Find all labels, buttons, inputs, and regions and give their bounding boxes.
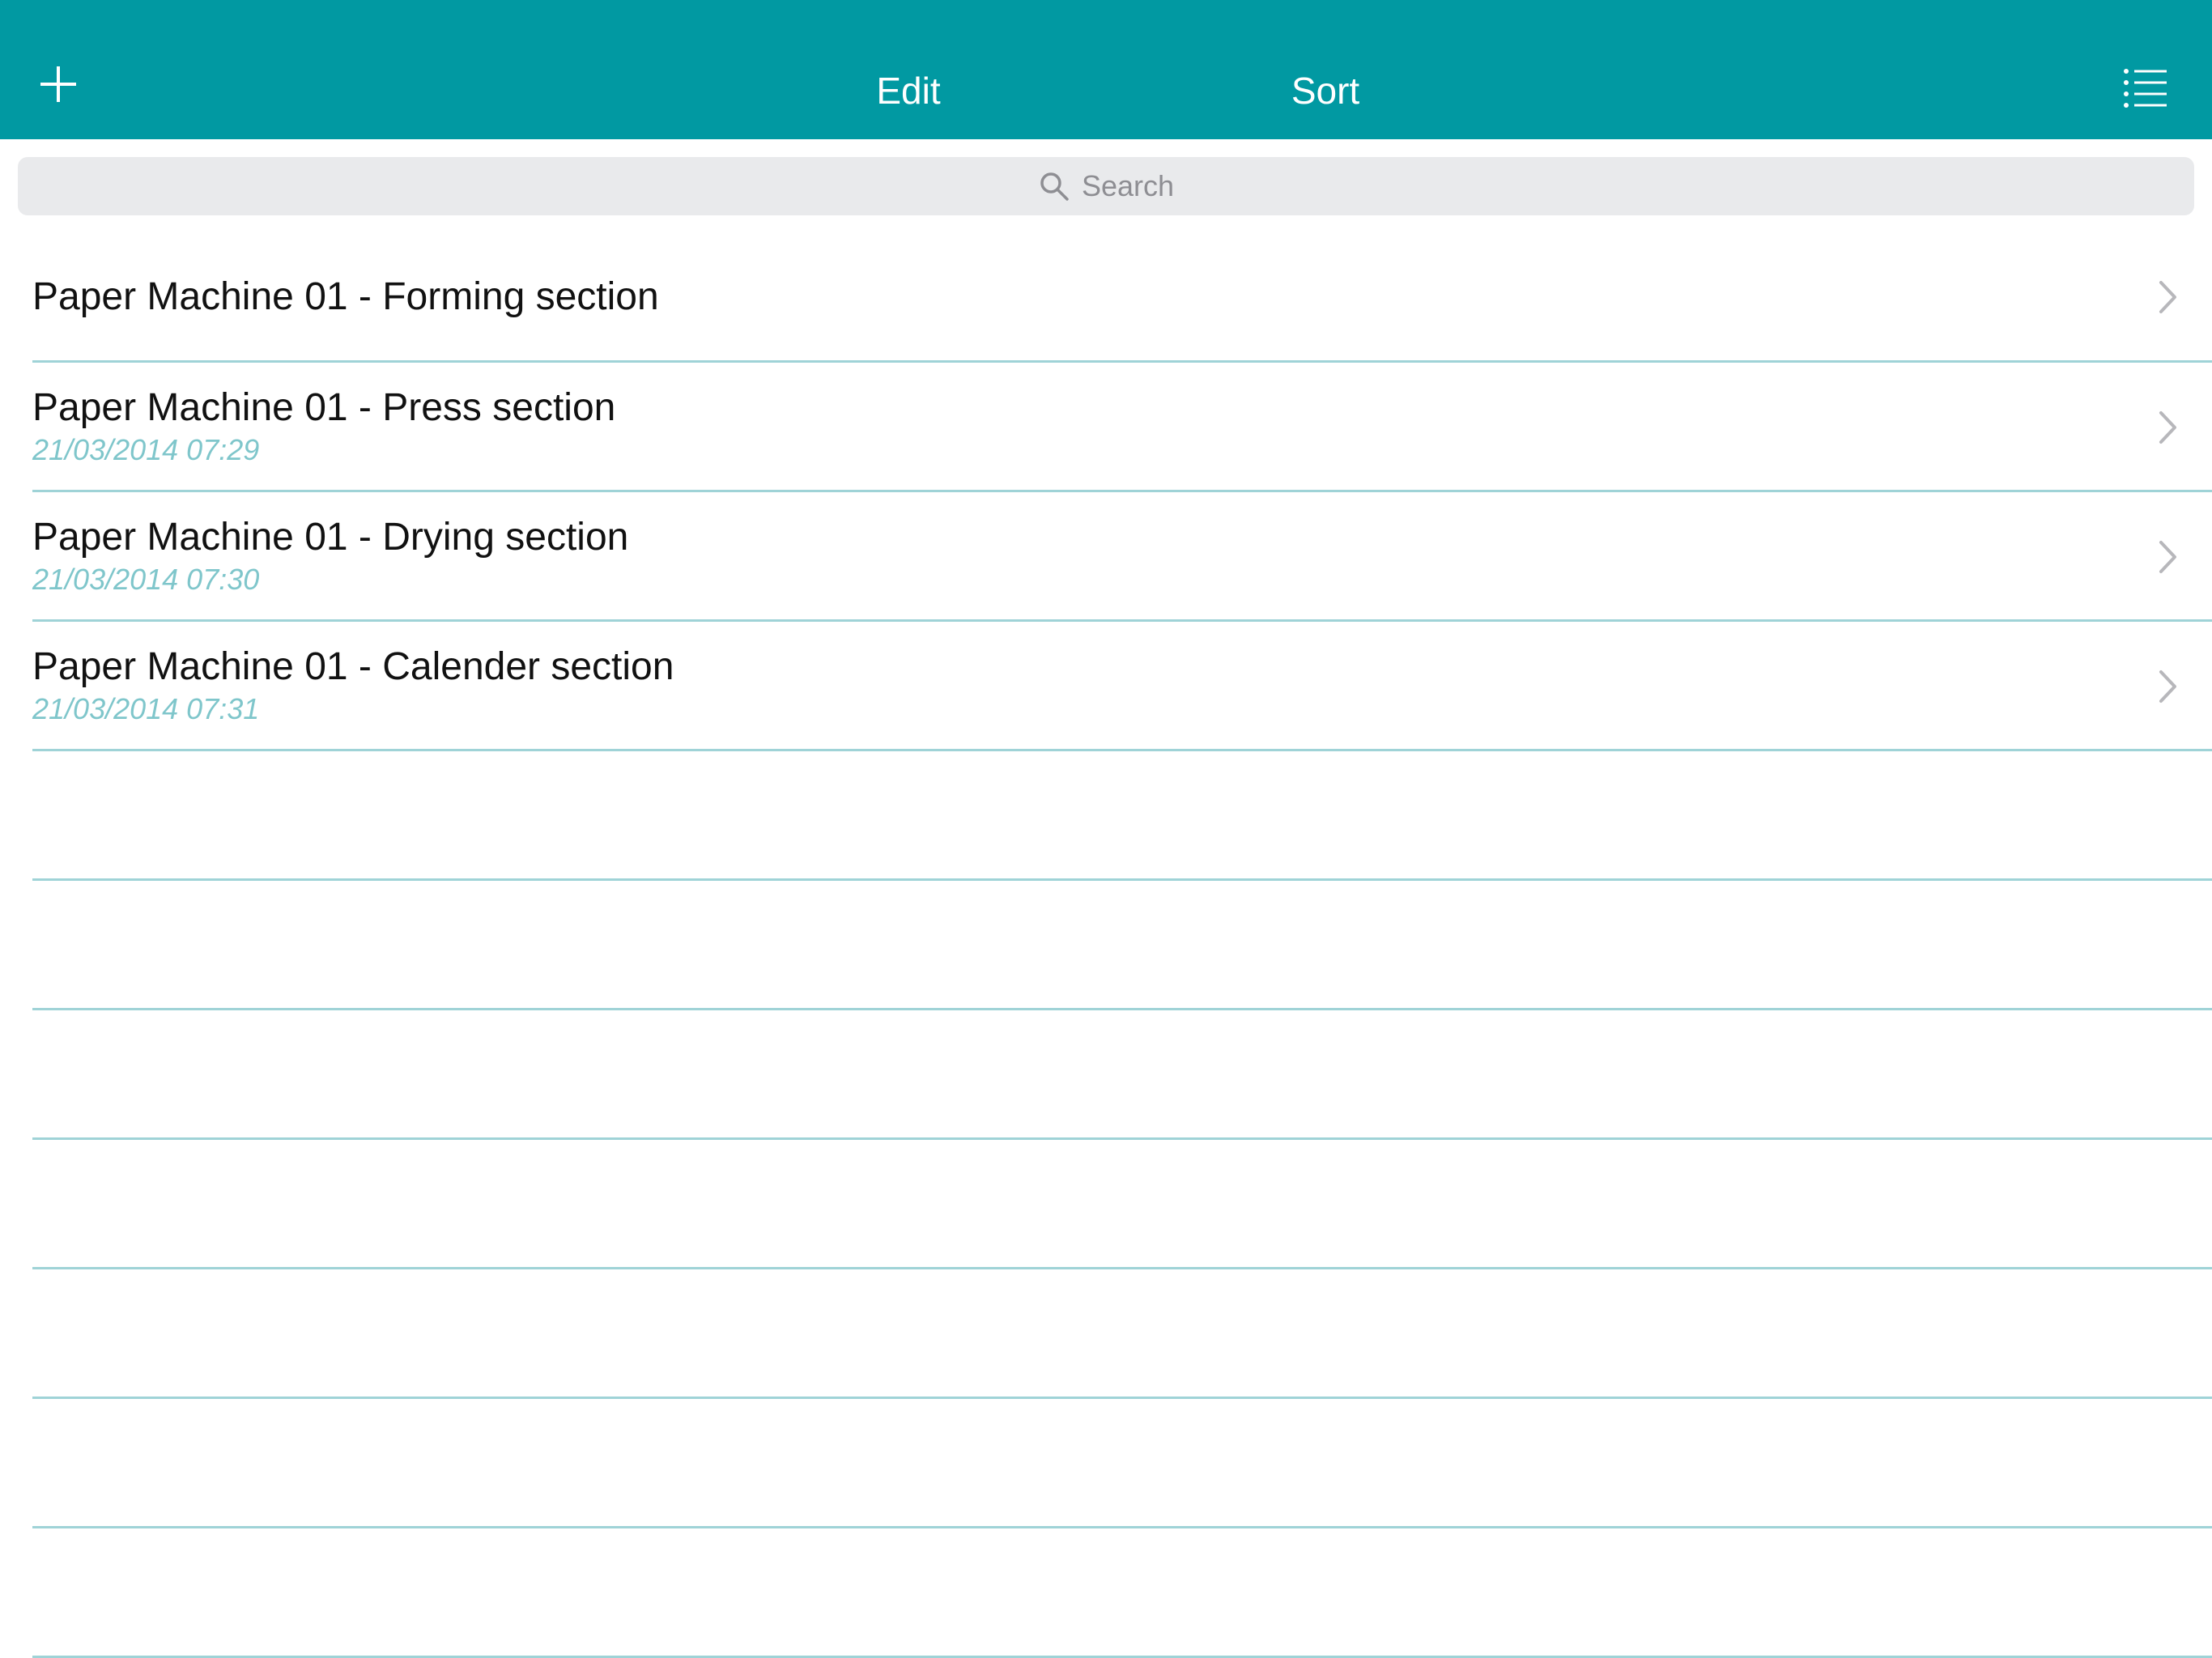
row-separator bbox=[32, 749, 2212, 751]
row-separator bbox=[32, 1008, 2212, 1010]
top-navigation-bar: Edit Sort bbox=[0, 0, 2212, 139]
list-item-title: Paper Machine 01 - Forming section bbox=[32, 275, 659, 318]
list-item-title: Paper Machine 01 - Drying section bbox=[32, 516, 629, 559]
row-separator bbox=[32, 1526, 2212, 1528]
list-item-title: Paper Machine 01 - Calender section bbox=[32, 645, 674, 688]
search-icon bbox=[1040, 172, 1069, 201]
list-item[interactable]: Paper Machine 01 - Press section 21/03/2… bbox=[0, 363, 2212, 491]
list-item-date: 21/03/2014 07:30 bbox=[32, 563, 260, 596]
row-separator bbox=[32, 1267, 2212, 1269]
chevron-right-icon bbox=[2159, 670, 2176, 703]
search-input[interactable]: Search bbox=[18, 157, 2194, 215]
row-separator bbox=[32, 1137, 2212, 1140]
list-item[interactable]: Paper Machine 01 - Drying section 21/03/… bbox=[0, 492, 2212, 620]
row-separator bbox=[32, 878, 2212, 881]
chevron-right-icon bbox=[2159, 281, 2176, 313]
search-content: Search bbox=[1038, 157, 1174, 215]
row-separator bbox=[32, 1397, 2212, 1399]
chevron-right-icon bbox=[2159, 411, 2176, 444]
list-item-date: 21/03/2014 07:29 bbox=[32, 433, 260, 466]
list-item-date: 21/03/2014 07:31 bbox=[32, 692, 260, 725]
sort-button[interactable]: Sort bbox=[1291, 66, 1359, 115]
chevron-right-icon bbox=[2159, 541, 2176, 573]
edit-button[interactable]: Edit bbox=[876, 66, 940, 115]
list-item-title: Paper Machine 01 - Press section bbox=[32, 386, 616, 429]
list-item[interactable]: Paper Machine 01 - Forming section bbox=[0, 243, 2212, 360]
search-placeholder: Search bbox=[1081, 169, 1175, 202]
list-item[interactable]: Paper Machine 01 - Calender section 21/0… bbox=[0, 622, 2212, 750]
list-menu-icon[interactable] bbox=[2121, 66, 2170, 112]
plus-icon[interactable] bbox=[32, 58, 84, 110]
